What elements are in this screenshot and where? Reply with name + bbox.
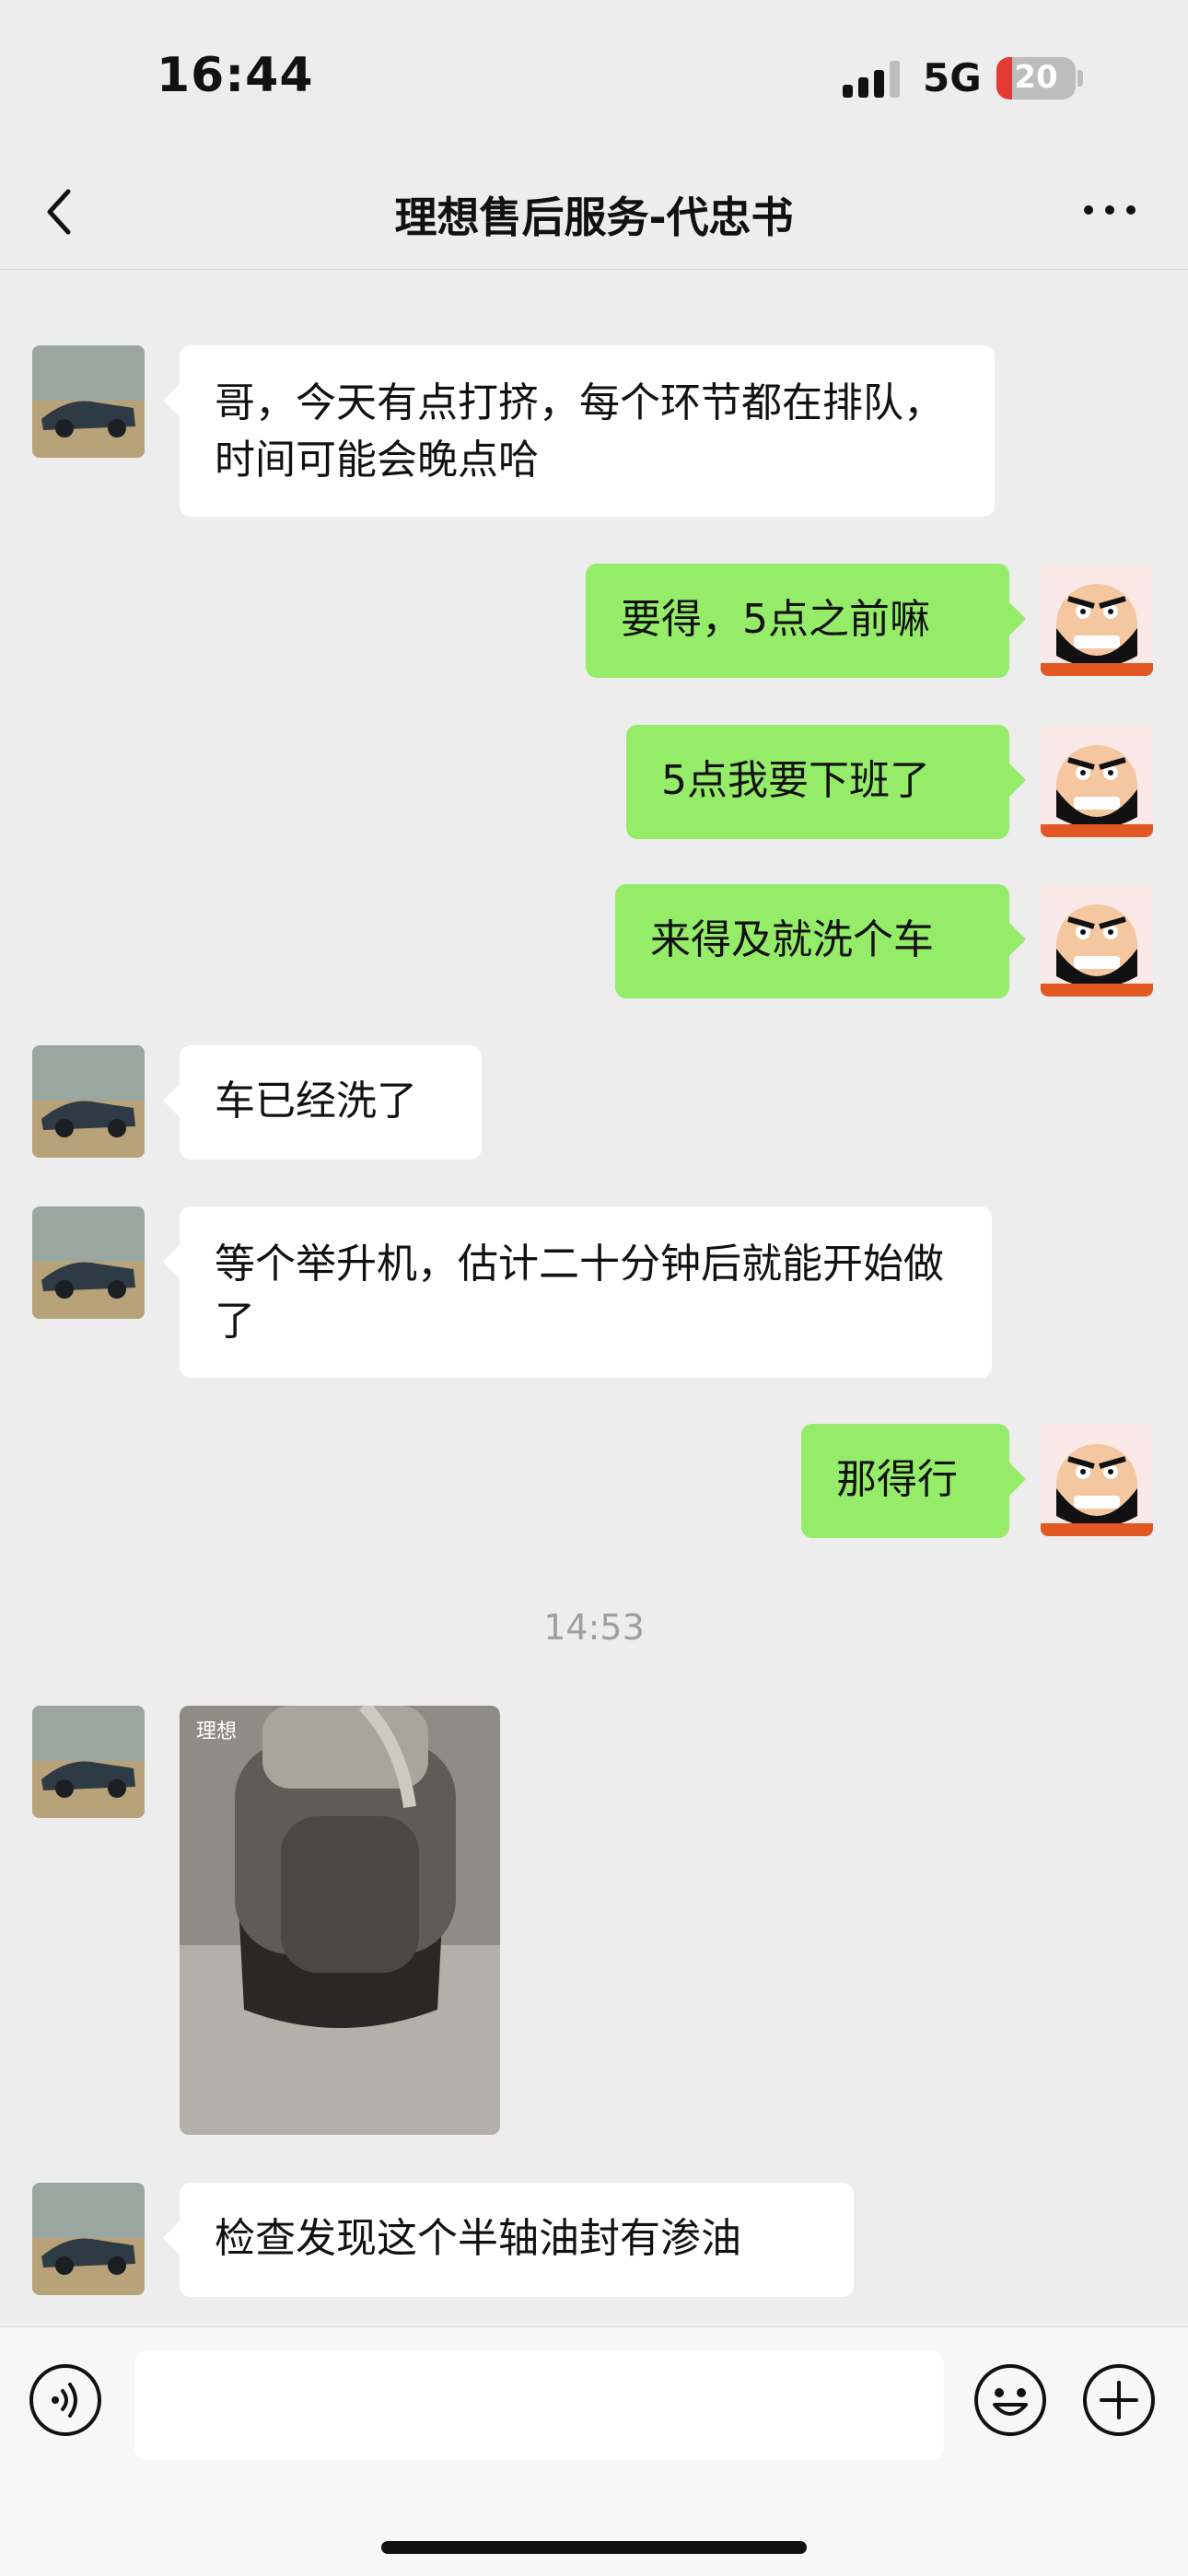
input-bar <box>0 2326 1188 2576</box>
message-bubble-outgoing[interactable]: 要得，5点之前嘛 <box>586 564 1026 678</box>
avatar[interactable] <box>32 2183 145 2295</box>
chevron-left-icon[interactable] <box>37 184 92 239</box>
home-indicator[interactable] <box>381 2541 807 2554</box>
chat-timestamp: 14:53 <box>543 1607 645 1648</box>
avatar-self[interactable] <box>1041 564 1153 676</box>
photo-brand-label: 理想 <box>196 1720 238 1743</box>
avatar-self[interactable] <box>1041 1424 1153 1536</box>
signal-icon <box>843 61 900 98</box>
chat-title: 理想售后服务-代忠书 <box>394 192 794 242</box>
message-bubble-outgoing[interactable]: 来得及就洗个车 <box>615 884 1026 998</box>
plus-icon[interactable] <box>1081 2362 1157 2438</box>
message-text: 车已经洗了 <box>215 1078 417 1125</box>
watermark: @旧车研究所 <box>479 1276 645 1309</box>
avatar[interactable] <box>32 1206 145 1319</box>
message-bubble-incoming[interactable]: 检查发现这个半轴油封有渗油 <box>163 2183 854 2297</box>
avatar-self[interactable] <box>1041 884 1153 997</box>
avatar[interactable] <box>32 1706 145 1818</box>
status-bar: 16:44 5G 20 <box>0 0 1188 157</box>
chat-header: 理想售后服务-代忠书 <box>0 157 1188 270</box>
message-text: 要得，5点之前嘛 <box>621 596 930 643</box>
network-type: 5G <box>923 55 982 100</box>
message-text: 哥，今天有点打挤，每个环节都在排队，时间可能会晚点哈 <box>215 379 944 484</box>
message-text: 那得行 <box>836 1456 958 1503</box>
message-bubble-incoming[interactable]: 哥，今天有点打挤，每个环节都在排队，时间可能会晚点哈 <box>163 345 995 517</box>
battery-level: 20 <box>1014 59 1058 96</box>
emoji-icon[interactable] <box>973 2362 1048 2438</box>
battery-tip <box>1077 70 1083 87</box>
message-input[interactable] <box>134 2351 943 2460</box>
avatar-self[interactable] <box>1041 725 1153 837</box>
message-text: 来得及就洗个车 <box>650 916 934 963</box>
more-icon[interactable] <box>1077 192 1142 228</box>
message-bubble-incoming[interactable]: 车已经洗了 <box>163 1045 482 1160</box>
photo-message[interactable]: 理想 <box>180 1706 500 2135</box>
message-bubble-outgoing[interactable]: 5点我要下班了 <box>626 725 1026 839</box>
voice-icon[interactable] <box>28 2362 103 2438</box>
message-text: 检查发现这个半轴油封有渗油 <box>215 2215 741 2262</box>
avatar[interactable] <box>32 1045 145 1158</box>
battery-icon: 20 <box>996 57 1076 99</box>
message-bubble-outgoing[interactable]: 那得行 <box>801 1424 1026 1538</box>
message-text: 5点我要下班了 <box>661 757 930 804</box>
status-time: 16:44 <box>157 48 314 103</box>
avatar[interactable] <box>32 345 145 458</box>
